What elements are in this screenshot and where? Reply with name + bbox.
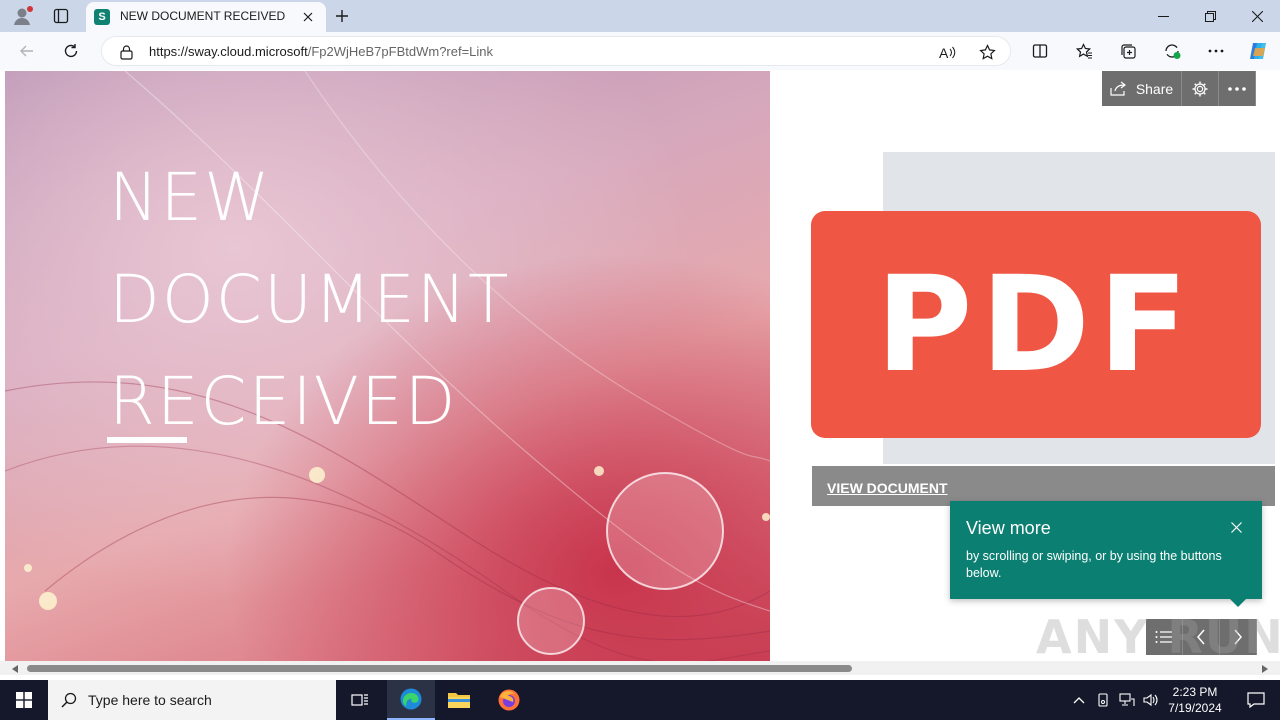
clock-time: 2:23 PM bbox=[1172, 685, 1218, 699]
lock-icon[interactable] bbox=[118, 44, 134, 60]
active-tab[interactable]: S NEW DOCUMENT RECEIVED bbox=[86, 2, 326, 32]
window-restore-icon[interactable] bbox=[1187, 0, 1233, 32]
sway-page: NEW DOCUMENT RECEIVED Share PDF VIEW DOC… bbox=[0, 70, 1280, 680]
network-icon[interactable] bbox=[1116, 680, 1138, 720]
svg-text:A: A bbox=[939, 45, 949, 60]
sway-favicon-icon: S bbox=[94, 9, 110, 25]
hero-title-line: DOCUMENT bbox=[109, 261, 511, 338]
back-icon[interactable] bbox=[14, 39, 40, 63]
notifications-icon[interactable] bbox=[1232, 680, 1280, 720]
view-more-tooltip: View more by scrolling or swiping, or by… bbox=[950, 501, 1262, 607]
volume-icon[interactable] bbox=[1140, 680, 1162, 720]
profile-icon[interactable] bbox=[8, 4, 36, 28]
split-screen-icon[interactable] bbox=[1027, 39, 1053, 63]
firefox-icon[interactable] bbox=[485, 680, 533, 720]
sway-top-actions: Share bbox=[1102, 71, 1256, 106]
new-tab-icon[interactable] bbox=[330, 4, 354, 28]
address-bar[interactable]: https://sway.cloud.microsoft/Fp2WjHeB7pF… bbox=[101, 36, 1011, 66]
hero-title-line: NEW bbox=[109, 159, 272, 236]
favorites-icon[interactable] bbox=[1071, 39, 1097, 63]
tooltip-close-icon[interactable] bbox=[1228, 519, 1244, 535]
tooltip-body: by scrolling or swiping, or by using the… bbox=[966, 549, 1222, 580]
settings-button[interactable] bbox=[1182, 71, 1219, 106]
system-clock[interactable]: 2:23 PM 7/19/2024 bbox=[1162, 684, 1228, 716]
file-explorer-icon[interactable] bbox=[435, 680, 483, 720]
clock-date: 7/19/2024 bbox=[1168, 701, 1222, 715]
share-icon bbox=[1110, 81, 1126, 96]
taskbar-search-box[interactable]: Type here to search bbox=[48, 680, 336, 720]
pdf-image[interactable]: PDF bbox=[811, 211, 1261, 438]
tab-actions-icon[interactable] bbox=[48, 4, 74, 28]
start-button[interactable] bbox=[0, 680, 48, 720]
task-view-icon[interactable] bbox=[336, 680, 384, 720]
search-placeholder: Type here to search bbox=[88, 692, 212, 708]
title-underline bbox=[107, 437, 187, 443]
gear-icon bbox=[1192, 81, 1208, 96]
refresh-icon[interactable] bbox=[58, 39, 84, 63]
view-document-bar: VIEW DOCUMENT bbox=[812, 466, 1275, 506]
device-icon[interactable] bbox=[1092, 680, 1114, 720]
tab-title: NEW DOCUMENT RECEIVED bbox=[120, 9, 286, 23]
hero-title: NEW DOCUMENT RECEIVED bbox=[109, 147, 511, 453]
view-document-link[interactable]: VIEW DOCUMENT bbox=[827, 480, 948, 496]
extensions-icon[interactable] bbox=[1159, 39, 1185, 63]
ellipsis-icon bbox=[1228, 86, 1246, 91]
share-button[interactable]: Share bbox=[1102, 71, 1182, 106]
windows-taskbar: Type here to search 2:23 PM 7/19/2024 bbox=[0, 680, 1280, 720]
more-icon[interactable] bbox=[1203, 39, 1229, 63]
window-minimize-icon[interactable] bbox=[1140, 0, 1186, 32]
hero-section: NEW DOCUMENT RECEIVED bbox=[5, 71, 770, 661]
collections-icon[interactable] bbox=[1115, 39, 1141, 63]
browser-toolbar: https://sway.cloud.microsoft/Fp2WjHeB7pF… bbox=[0, 32, 1280, 70]
window-close-icon[interactable] bbox=[1234, 0, 1280, 32]
scroll-left-arrow-icon[interactable] bbox=[9, 663, 21, 675]
tooltip-title: View more bbox=[966, 518, 1051, 538]
tab-strip: S NEW DOCUMENT RECEIVED bbox=[0, 0, 1280, 32]
pdf-label: PDF bbox=[875, 247, 1197, 402]
scroll-right-arrow-icon[interactable] bbox=[1259, 663, 1271, 675]
favorite-star-icon[interactable] bbox=[976, 41, 998, 63]
windows-logo-icon bbox=[16, 692, 32, 708]
copilot-icon[interactable] bbox=[1244, 38, 1272, 64]
url-host: https://sway.cloud.microsoft bbox=[149, 44, 308, 59]
tab-close-icon[interactable] bbox=[298, 7, 318, 27]
show-hidden-icons-icon[interactable] bbox=[1068, 680, 1090, 720]
edge-taskbar-icon[interactable] bbox=[387, 680, 435, 720]
url-text[interactable]: https://sway.cloud.microsoft/Fp2WjHeB7pF… bbox=[149, 44, 493, 59]
search-icon bbox=[61, 692, 77, 708]
share-label: Share bbox=[1135, 80, 1174, 97]
more-options-button[interactable] bbox=[1219, 71, 1256, 106]
url-path: /Fp2WjHeB7pFBtdWm?ref=Link bbox=[307, 44, 494, 59]
scrollbar-thumb[interactable] bbox=[27, 665, 852, 672]
watermark: ANY RUN bbox=[1036, 610, 1280, 664]
read-aloud-icon[interactable]: A bbox=[936, 41, 958, 63]
horizontal-scrollbar[interactable] bbox=[0, 661, 1280, 675]
